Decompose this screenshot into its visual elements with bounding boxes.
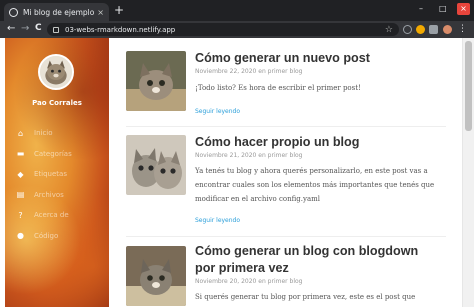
read-more-link[interactable]: Seguir leyendo (195, 217, 240, 224)
back-button[interactable]: ← (7, 23, 15, 34)
profile-avatar[interactable] (443, 25, 452, 34)
sidebar-item-inicio[interactable]: ⌂ Inicio (5, 123, 109, 144)
archive-icon: ▤ (16, 190, 25, 200)
sidebar-item-label: Etiquetas (34, 170, 67, 179)
sidebar-item-etiquetas[interactable]: ◆ Etiquetas (5, 164, 109, 185)
sidebar-item-archivos[interactable]: ▤ Archivos (5, 185, 109, 206)
sidebar-menu: ⌂ Inicio ▬ Categorías ◆ Etiquetas ▤ Arch… (5, 123, 109, 246)
new-tab-button[interactable]: + (114, 4, 124, 16)
scrollbar[interactable] (462, 38, 474, 307)
url-text[interactable]: 03-webs-rmarkdown.netlify.app (65, 26, 385, 34)
post-thumbnail[interactable] (126, 246, 186, 306)
post-list: Cómo generar un nuevo post Noviembre 22,… (109, 38, 462, 307)
sidebar-item-label: Inicio (34, 129, 53, 138)
cat-photo-icon (40, 56, 72, 88)
sidebar-item-acerca-de[interactable]: ? Acerca de (5, 205, 109, 226)
extension-icon-2[interactable] (416, 25, 425, 34)
post-thumbnail[interactable] (126, 51, 186, 111)
author-avatar (38, 54, 74, 90)
scrollbar-thumb[interactable] (465, 41, 472, 131)
kitten-image (126, 51, 186, 111)
post-excerpt: Si querés generar tu blog por primera ve… (195, 293, 416, 301)
sidebar-item-codigo[interactable]: ● Código (5, 226, 109, 247)
extension-icon[interactable] (403, 25, 412, 34)
post-date: Noviembre 20, 2020 en primer blog (195, 278, 303, 285)
post-excerpt: ¡Todo listo? Es hora de escribir el prim… (195, 84, 361, 92)
maximize-button[interactable]: □ (439, 4, 447, 13)
post-excerpt: Ya tenés tu blog y ahora querés personal… (195, 167, 435, 203)
post-date: Noviembre 21, 2020 en primer blog (195, 152, 303, 159)
minimize-button[interactable]: – (419, 4, 423, 13)
sidebar: Pao Corrales ⌂ Inicio ▬ Categorías ◆ Eti… (5, 38, 109, 307)
sidebar-item-label: Acerca de (34, 211, 69, 220)
question-icon: ? (18, 210, 23, 220)
post-title[interactable]: Cómo generar un nuevo post (195, 50, 435, 67)
address-bar[interactable]: 03-webs-rmarkdown.netlify.app ☆ (47, 23, 399, 36)
page-viewport: Pao Corrales ⌂ Inicio ▬ Categorías ◆ Eti… (0, 38, 474, 307)
post-title[interactable]: Cómo generar un blog con blogdown por pr… (195, 243, 435, 277)
post-title[interactable]: Cómo hacer propio un blog (195, 134, 435, 151)
browser-toolbar: ← → C 03-webs-rmarkdown.netlify.app ☆ ⋮ (0, 21, 474, 38)
post-date: Noviembre 22, 2020 en primer blog (195, 68, 303, 75)
tab-title: Mi blog de ejemplo (23, 7, 95, 17)
forward-button[interactable]: → (21, 23, 29, 34)
sidebar-item-label: Categorías (34, 149, 72, 158)
read-more-link[interactable]: Seguir leyendo (195, 108, 240, 115)
browser-tab[interactable]: Mi blog de ejemplo × (4, 3, 109, 21)
sidebar-item-categorias[interactable]: ▬ Categorías (5, 144, 109, 165)
puzzle-icon[interactable] (429, 25, 438, 34)
close-window-button[interactable]: × (457, 3, 470, 15)
tags-icon: ◆ (17, 169, 24, 179)
tab-strip: Mi blog de ejemplo × + – □ × (0, 0, 474, 21)
divider (126, 236, 446, 237)
home-icon: ⌂ (17, 128, 24, 138)
divider (126, 126, 446, 127)
menu-kebab-icon[interactable]: ⋮ (458, 25, 467, 34)
close-tab-icon[interactable]: × (97, 8, 104, 17)
sidebar-item-label: Archivos (34, 190, 64, 199)
bookmark-star-icon[interactable]: ☆ (385, 25, 393, 35)
kitten-image-3 (126, 246, 186, 306)
reload-button[interactable]: C (35, 23, 42, 33)
github-icon: ● (17, 231, 24, 241)
sidebar-item-label: Código (34, 231, 59, 240)
author-name: Pao Corrales (32, 99, 82, 107)
globe-icon (9, 7, 18, 17)
folder-icon: ▬ (16, 149, 25, 159)
lock-icon (53, 26, 59, 33)
post-thumbnail[interactable] (126, 135, 186, 195)
kittens-image (126, 135, 186, 195)
